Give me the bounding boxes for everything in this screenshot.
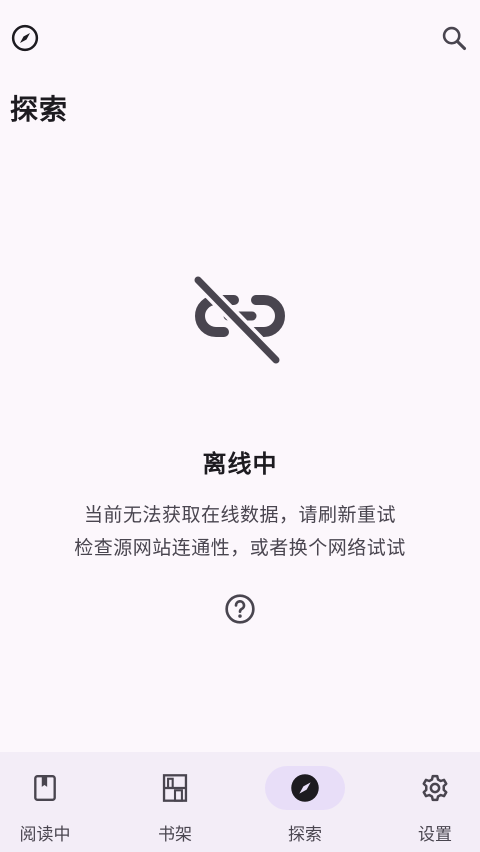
nav-item-reading[interactable]: 阅读中 [0, 752, 105, 852]
offline-description-line2: 检查源网站连通性，或者换个网络试试 [74, 537, 406, 559]
nav-icon-container [395, 766, 475, 810]
gear-icon [422, 774, 448, 802]
link-off-icon [191, 273, 285, 367]
search-button[interactable] [434, 18, 474, 58]
help-circle-icon[interactable] [224, 593, 256, 625]
book-icon [34, 774, 56, 802]
nav-active-indicator [265, 766, 345, 810]
nav-item-settings[interactable]: 设置 [375, 752, 480, 852]
page-title: 探索 [10, 93, 69, 126]
bookshelf-icon [162, 774, 188, 802]
nav-icon-container [135, 766, 215, 810]
offline-description-line1: 当前无法获取在线数据，请刷新重试 [83, 504, 396, 526]
compass-button[interactable] [5, 18, 45, 58]
compass-icon [291, 774, 319, 802]
nav-label: 探索 [288, 825, 322, 845]
nav-label: 书架 [158, 825, 192, 845]
top-app-bar [0, 0, 480, 80]
nav-item-explore[interactable]: 探索 [245, 752, 365, 852]
search-icon [442, 26, 467, 51]
offline-state: 离线中 当前无法获取在线数据，请刷新重试 检查源网站连通性，或者换个网络试试 [0, 270, 480, 625]
nav-label: 阅读中 [19, 825, 71, 845]
nav-item-bookshelf[interactable]: 书架 [115, 752, 235, 852]
offline-title: 离线中 [202, 450, 278, 478]
nav-label: 设置 [418, 825, 452, 845]
nav-icon-container [5, 766, 85, 810]
bottom-navigation-bar: 阅读中 书架 探索 设置 [0, 752, 480, 852]
compass-icon [11, 24, 39, 52]
offline-description: 当前无法获取在线数据，请刷新重试 检查源网站连通性，或者换个网络试试 [0, 499, 480, 565]
